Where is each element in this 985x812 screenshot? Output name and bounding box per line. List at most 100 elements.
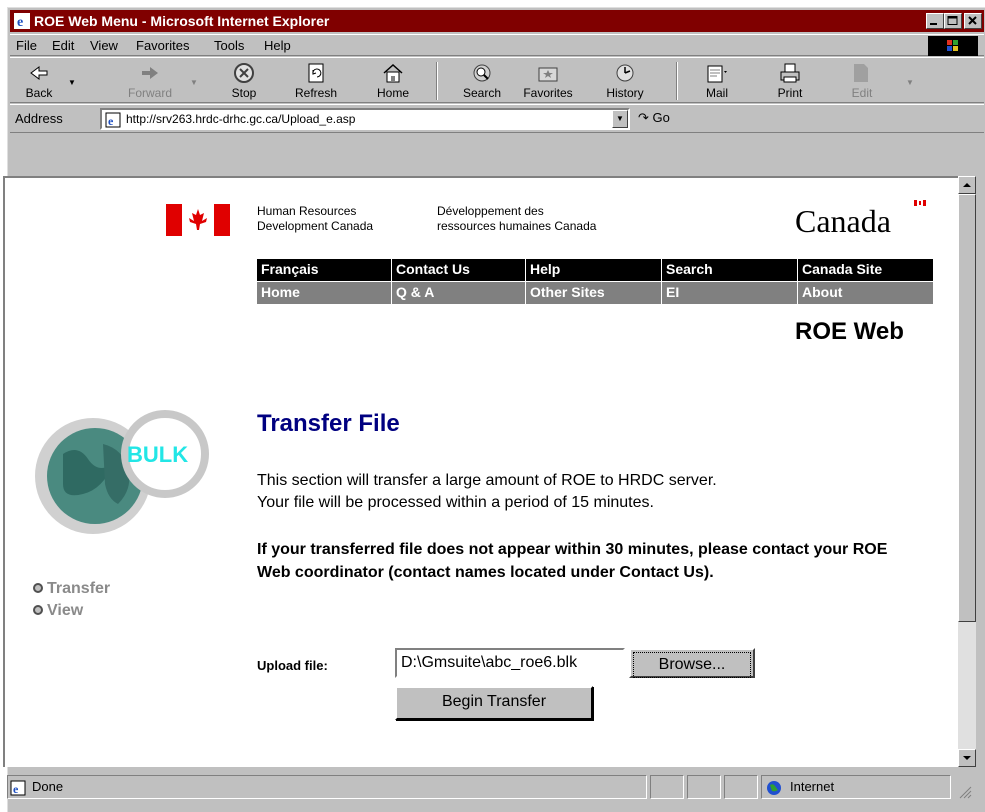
status-bar: e Done Internet	[2, 771, 976, 803]
refresh-icon	[308, 63, 324, 83]
scroll-down-button[interactable]	[958, 749, 976, 767]
windows-logo-throbber	[928, 36, 978, 56]
forward-arrow-icon	[142, 67, 158, 79]
close-button[interactable]	[964, 13, 982, 29]
address-bar: Address e http://srv263.hrdc-drhc.gc.ca/…	[10, 104, 984, 133]
address-input[interactable]: e http://srv263.hrdc-drhc.gc.ca/Upload_e…	[100, 108, 630, 130]
go-arrow-icon: ↷	[638, 110, 649, 125]
wordmark-flag-icon	[914, 200, 926, 206]
menu-favorites[interactable]: Favorites	[136, 38, 189, 53]
favorites-button[interactable]: Favorites	[518, 60, 578, 102]
department-name-fr: Développement des ressources humaines Ca…	[437, 204, 597, 233]
status-text-panel: e Done	[7, 775, 647, 799]
security-zone-label: Internet	[790, 779, 835, 794]
refresh-button[interactable]: Refresh	[286, 60, 346, 102]
toolbar-separator	[676, 62, 678, 100]
printer-icon	[780, 63, 800, 83]
menu-view[interactable]: View	[90, 38, 118, 53]
security-zone-panel: Internet	[761, 775, 951, 799]
forward-dropdown-icon[interactable]: ▼	[190, 78, 198, 87]
address-url: http://srv263.hrdc-drhc.gc.ca/Upload_e.a…	[126, 112, 356, 126]
scroll-thumb[interactable]	[958, 194, 976, 622]
title-bar[interactable]: e ROE Web Menu - Microsoft Internet Expl…	[10, 10, 984, 32]
address-label: Address	[15, 111, 63, 126]
status-panel-empty	[650, 775, 684, 799]
nav-other-sites[interactable]: Other Sites	[525, 282, 661, 304]
maximize-icon	[947, 16, 958, 25]
windows-flag-icon	[947, 40, 958, 51]
menu-tools[interactable]: Tools	[214, 38, 244, 53]
nav-francais[interactable]: Français	[257, 259, 391, 281]
nav-home[interactable]: Home	[257, 282, 391, 304]
nav-search[interactable]: Search	[661, 259, 797, 281]
close-icon	[968, 16, 977, 25]
canada-flag-icon	[166, 204, 230, 236]
nav-contact-us[interactable]: Contact Us	[391, 259, 525, 281]
home-button[interactable]: Home	[370, 60, 416, 102]
nav-about[interactable]: About	[797, 282, 933, 304]
menu-edit[interactable]: Edit	[52, 38, 74, 53]
nav-canada-site[interactable]: Canada Site	[797, 259, 933, 281]
ie-logo-icon: e	[14, 13, 30, 29]
nav-secondary: Home Q & A Other Sites EI About	[257, 282, 933, 304]
menu-help[interactable]: Help	[264, 38, 291, 53]
internet-globe-icon	[767, 781, 781, 795]
svg-text:e: e	[108, 114, 114, 128]
status-panel-empty	[687, 775, 721, 799]
menu-file[interactable]: File	[16, 38, 37, 53]
edit-button[interactable]: Edit	[840, 60, 884, 102]
minimize-icon	[930, 23, 937, 25]
stop-button[interactable]: Stop	[224, 60, 264, 102]
nav-help[interactable]: Help	[525, 259, 661, 281]
minimize-button[interactable]	[926, 13, 944, 29]
nav-ei[interactable]: EI	[661, 282, 797, 304]
app-title: ROE Web	[795, 318, 904, 345]
page-done-icon: e	[10, 780, 26, 796]
toolbar-separator	[436, 62, 438, 100]
mail-icon	[707, 65, 727, 83]
favorites-folder-icon	[538, 67, 558, 82]
address-dropdown-button[interactable]: ▼	[612, 110, 628, 128]
canada-wordmark: Canada	[795, 203, 891, 239]
svg-text:e: e	[17, 15, 23, 29]
upload-file-label: Upload file:	[257, 658, 328, 673]
maximize-button[interactable]	[944, 13, 962, 29]
scroll-up-button[interactable]	[958, 176, 976, 194]
ie-page-icon: e	[105, 112, 121, 128]
edit-dropdown-icon[interactable]: ▼	[906, 78, 914, 87]
page-heading: Transfer File	[257, 410, 400, 437]
scroll-down-arrow-icon	[963, 756, 971, 760]
intro-paragraph: This section will transfer a large amoun…	[257, 472, 717, 511]
mail-button[interactable]: Mail	[692, 60, 742, 102]
menu-bar: File Edit View Favorites Tools Help	[10, 34, 984, 56]
resize-grip-icon[interactable]	[958, 785, 972, 799]
go-button[interactable]: ↷ Go	[638, 110, 670, 126]
search-button[interactable]: Search	[454, 60, 510, 102]
bulk-logo-text: BULK	[127, 442, 188, 467]
history-icon	[616, 64, 634, 82]
sidenav-transfer[interactable]: Transfer	[33, 580, 110, 598]
search-globe-icon	[473, 64, 491, 82]
forward-button[interactable]: Forward	[122, 60, 178, 102]
back-button[interactable]: Back	[14, 60, 64, 102]
back-arrow-icon	[30, 66, 48, 80]
nav-q-and-a[interactable]: Q & A	[391, 282, 525, 304]
nav-primary: Français Contact Us Help Search Canada S…	[257, 259, 933, 281]
back-dropdown-icon[interactable]: ▼	[68, 78, 76, 87]
status-panel-empty	[724, 775, 758, 799]
department-name-en: Human Resources Development Canada	[257, 204, 374, 233]
edit-page-icon	[854, 64, 870, 82]
browse-button[interactable]: Browse...	[629, 648, 755, 678]
scroll-up-arrow-icon	[963, 183, 971, 187]
begin-transfer-button[interactable]: Begin Transfer	[395, 686, 593, 720]
standard-toolbar: Back ▼ Forward ▼ Stop Refresh Home Searc…	[10, 57, 984, 103]
print-button[interactable]: Print	[768, 60, 812, 102]
bulk-globe-logo: BULK	[35, 410, 209, 534]
warning-paragraph: If your transferred file does not appear…	[257, 541, 888, 581]
stop-icon	[234, 63, 254, 83]
vertical-scrollbar[interactable]	[958, 176, 976, 767]
bullet-icon	[33, 605, 43, 615]
upload-file-input[interactable]	[395, 648, 625, 678]
sidenav-view[interactable]: View	[33, 602, 83, 620]
history-button[interactable]: History	[600, 60, 650, 102]
